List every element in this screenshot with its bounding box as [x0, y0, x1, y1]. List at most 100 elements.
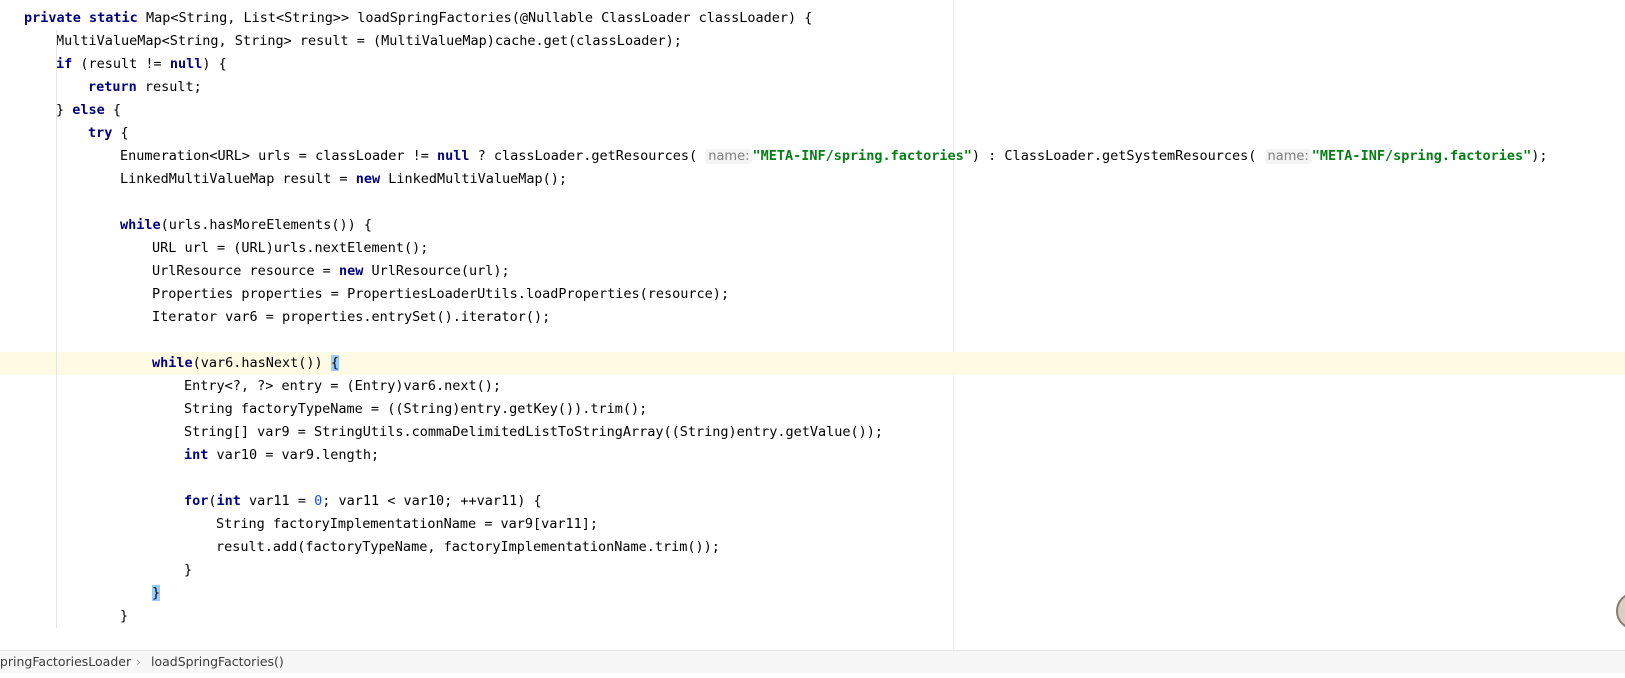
- code-token-brace-match: }: [152, 585, 161, 601]
- code-line[interactable]: }: [0, 559, 1625, 582]
- code-line[interactable]: String factoryImplementationName = var9[…: [0, 513, 1625, 536]
- code-line[interactable]: Properties properties = PropertiesLoader…: [0, 283, 1625, 306]
- indent-guide: [56, 30, 57, 628]
- code-text: if (result != null) {: [56, 53, 227, 76]
- breadcrumb-class[interactable]: SpringFactoriesLoader: [0, 651, 131, 673]
- code-token: Properties properties = PropertiesLoader…: [152, 286, 730, 302]
- code-line[interactable]: Entry<?, ?> entry = (Entry)var6.next();: [0, 375, 1625, 398]
- code-token: MultiValueMap<String, String> result = (…: [56, 33, 682, 49]
- code-text: int var10 = var9.length;: [184, 444, 379, 467]
- code-token-brace-match: {: [330, 355, 339, 371]
- code-line[interactable]: URL url = (URL)urls.nextElement();: [0, 237, 1625, 260]
- code-token-kw: new: [355, 171, 381, 187]
- code-text: while(var6.hasNext()) {: [152, 352, 339, 375]
- parameter-hint: name:: [705, 149, 753, 164]
- code-line[interactable]: [0, 191, 1625, 214]
- code-token: String factoryTypeName = ((String)entry.…: [184, 401, 648, 417]
- code-line[interactable]: }: [0, 582, 1625, 605]
- code-token: (var6.hasNext()): [192, 355, 331, 371]
- code-line[interactable]: try {: [0, 122, 1625, 145]
- code-token: LinkedMultiValueMap result =: [120, 171, 356, 187]
- code-token: var11 =: [240, 493, 315, 509]
- code-token: var10 = var9.length;: [208, 447, 380, 463]
- code-text: result.add(factoryTypeName, factoryImple…: [216, 536, 720, 559]
- code-editor[interactable]: private static Map<String, List<String>>…: [0, 0, 1625, 650]
- code-line[interactable]: Iterator var6 = properties.entrySet().it…: [0, 306, 1625, 329]
- code-line[interactable]: String factoryTypeName = ((String)entry.…: [0, 398, 1625, 421]
- code-token: Iterator var6 = properties.entrySet().it…: [152, 309, 551, 325]
- code-line[interactable]: while(var6.hasNext()) {: [0, 352, 1625, 375]
- code-line[interactable]: for(int var11 = 0; var11 < var10; ++var1…: [0, 490, 1625, 513]
- code-token-kw: new: [338, 263, 364, 279]
- code-token-kw: else: [72, 102, 105, 118]
- code-token: Map<String, List<String>> loadSpringFact…: [137, 10, 813, 26]
- code-line[interactable]: [0, 329, 1625, 352]
- code-token: }: [120, 608, 129, 624]
- code-token-str: "META-INF/spring.factories": [752, 148, 972, 164]
- code-line[interactable]: return result;: [0, 76, 1625, 99]
- code-line[interactable]: String[] var9 = StringUtils.commaDelimit…: [0, 421, 1625, 444]
- code-line[interactable]: MultiValueMap<String, String> result = (…: [0, 30, 1625, 53]
- code-line[interactable]: private static Map<String, List<String>>…: [0, 7, 1625, 30]
- code-token: UrlResource(url);: [363, 263, 510, 279]
- code-token: );: [1531, 148, 1548, 164]
- code-text: }: [152, 582, 161, 605]
- code-line[interactable]: if (result != null) {: [0, 53, 1625, 76]
- breadcrumb-method[interactable]: loadSpringFactories(): [151, 651, 284, 673]
- code-text: Properties properties = PropertiesLoader…: [152, 283, 729, 306]
- code-text: URL url = (URL)urls.nextElement();: [152, 237, 428, 260]
- breadcrumb: SpringFactoriesLoader › loadSpringFactor…: [0, 650, 1625, 673]
- code-text: Entry<?, ?> entry = (Entry)var6.next();: [184, 375, 501, 398]
- code-token: UrlResource resource =: [152, 263, 339, 279]
- code-token-str: "META-INF/spring.factories": [1311, 148, 1532, 164]
- code-line[interactable]: while(urls.hasMoreElements()) {: [0, 214, 1625, 237]
- code-token: (urls.hasMoreElements()) {: [160, 217, 372, 233]
- code-token-kw: while: [152, 355, 193, 371]
- code-text: Iterator var6 = properties.entrySet().it…: [152, 306, 550, 329]
- code-token: }: [184, 562, 193, 578]
- code-token: {: [104, 102, 122, 118]
- code-line[interactable]: }: [0, 605, 1625, 628]
- code-token: LinkedMultiValueMap();: [380, 171, 568, 187]
- code-token: }: [56, 102, 73, 118]
- code-text: }: [184, 559, 192, 582]
- code-text: for(int var11 = 0; var11 < var10; ++var1…: [184, 490, 542, 513]
- code-token-kw: private: [24, 10, 81, 26]
- code-token: URL url = (URL)urls.nextElement();: [152, 240, 429, 256]
- code-text: } else {: [56, 99, 121, 122]
- code-token: ? classLoader.getResources(: [469, 148, 698, 164]
- code-text: String[] var9 = StringUtils.commaDelimit…: [184, 421, 883, 444]
- code-line[interactable]: int var10 = var9.length;: [0, 444, 1625, 467]
- code-line[interactable]: result.add(factoryTypeName, factoryImple…: [0, 536, 1625, 559]
- code-token-kw: static: [89, 10, 138, 26]
- code-token-kw: for: [184, 493, 209, 509]
- code-text: UrlResource resource = new UrlResource(u…: [152, 260, 510, 283]
- code-token: String[] var9 = StringUtils.commaDelimit…: [184, 424, 883, 440]
- code-token-kw: null: [436, 148, 470, 164]
- breadcrumb-separator-icon: ›: [136, 654, 141, 669]
- code-token-kw: while: [120, 217, 161, 233]
- code-token: Enumeration<URL> urls = classLoader !=: [120, 148, 437, 164]
- code-text: Enumeration<URL> urls = classLoader != n…: [120, 145, 1548, 168]
- code-text: LinkedMultiValueMap result = new LinkedM…: [120, 168, 567, 191]
- code-token-kw: int: [184, 447, 209, 463]
- code-line[interactable]: UrlResource resource = new UrlResource(u…: [0, 260, 1625, 283]
- code-token: ) : ClassLoader.getSystemResources(: [971, 148, 1257, 164]
- code-token: ) {: [202, 56, 227, 72]
- code-token: Entry<?, ?> entry = (Entry)var6.next();: [184, 378, 501, 394]
- code-line[interactable]: } else {: [0, 99, 1625, 122]
- code-line[interactable]: Enumeration<URL> urls = classLoader != n…: [0, 145, 1625, 168]
- code-token-num: 0: [314, 493, 323, 509]
- code-token: result;: [136, 79, 202, 95]
- code-text: }: [120, 605, 128, 628]
- code-line[interactable]: LinkedMultiValueMap result = new LinkedM…: [0, 168, 1625, 191]
- code-text: String factoryImplementationName = var9[…: [216, 513, 598, 536]
- code-text: return result;: [88, 76, 202, 99]
- parameter-hint: name:: [1264, 149, 1312, 164]
- code-line[interactable]: [0, 467, 1625, 490]
- code-text: private static Map<String, List<String>>…: [24, 7, 812, 30]
- code-token: (: [208, 493, 217, 509]
- code-token: (result !=: [72, 56, 170, 72]
- code-token-kw: int: [216, 493, 241, 509]
